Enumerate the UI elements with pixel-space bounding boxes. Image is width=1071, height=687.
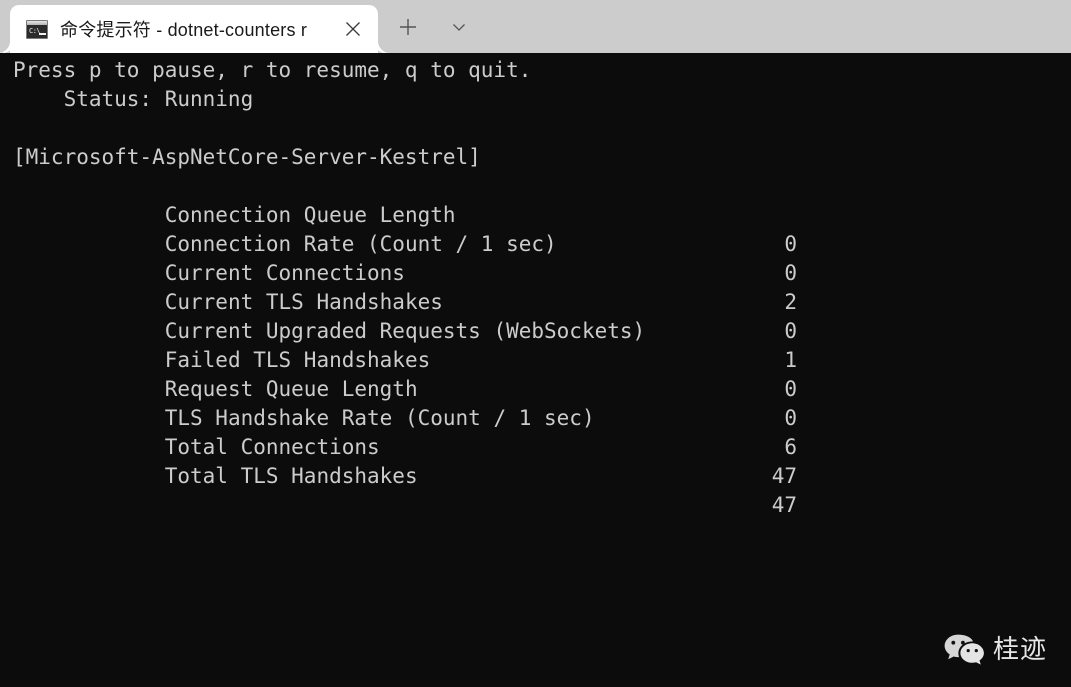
terminal-text-block: Press p to pause, r to resume, q to quit…: [13, 56, 1053, 517]
counter-row: Connection Rate (Count / 1 sec) 0: [13, 201, 1053, 285]
tab-command-prompt[interactable]: C:\ 命令提示符 - dotnet-counters r: [0, 5, 390, 53]
tab-corner-left: [0, 41, 10, 53]
terminal-line-status: Status: Running: [13, 87, 254, 111]
counter-name: Total TLS Handshakes: [114, 464, 418, 488]
terminal-line-help: Press p to pause, r to resume, q to quit…: [13, 58, 532, 82]
terminal-window: C:\ 命令提示符 - dotnet-counters r Press p to…: [0, 0, 1071, 687]
counter-row: Connection Queue Length 0: [13, 172, 1053, 256]
cmd-icon-titlebar: [27, 20, 47, 25]
counter-row: Current TLS Handshakes 0: [13, 259, 1053, 343]
tab-corner-right: [378, 41, 390, 53]
tab-strip: C:\ 命令提示符 - dotnet-counters r: [0, 0, 1071, 53]
cmd-icon-cursor: [39, 32, 46, 35]
new-tab-button[interactable]: [392, 12, 424, 42]
cmd-console-icon: C:\: [26, 19, 48, 39]
close-icon[interactable]: [336, 12, 370, 46]
counter-row: Current Upgraded Requests (WebSockets) 1: [13, 288, 1053, 372]
watermark-text: 桂迹: [992, 634, 1047, 665]
chevron-down-icon[interactable]: [443, 12, 475, 42]
counter-row: Total Connections 47: [13, 404, 1053, 488]
wechat-icon: [944, 634, 984, 665]
counter-row: Failed TLS Handshakes 0: [13, 317, 1053, 401]
terminal-line-provider: [Microsoft-AspNetCore-Server-Kestrel]: [13, 145, 481, 169]
counter-row: Request Queue Length 0: [13, 346, 1053, 430]
counter-row: TLS Handshake Rate (Count / 1 sec) 6: [13, 375, 1053, 459]
watermark: 桂迹: [944, 634, 1047, 665]
counter-row: Total TLS Handshakes 47: [13, 433, 1053, 517]
counter-row: Current Connections 2: [13, 230, 1053, 314]
tab-title: 命令提示符 - dotnet-counters r: [60, 20, 308, 40]
counter-value: 47: [771, 493, 797, 517]
terminal-output-area[interactable]: Press p to pause, r to resume, q to quit…: [0, 53, 1071, 687]
